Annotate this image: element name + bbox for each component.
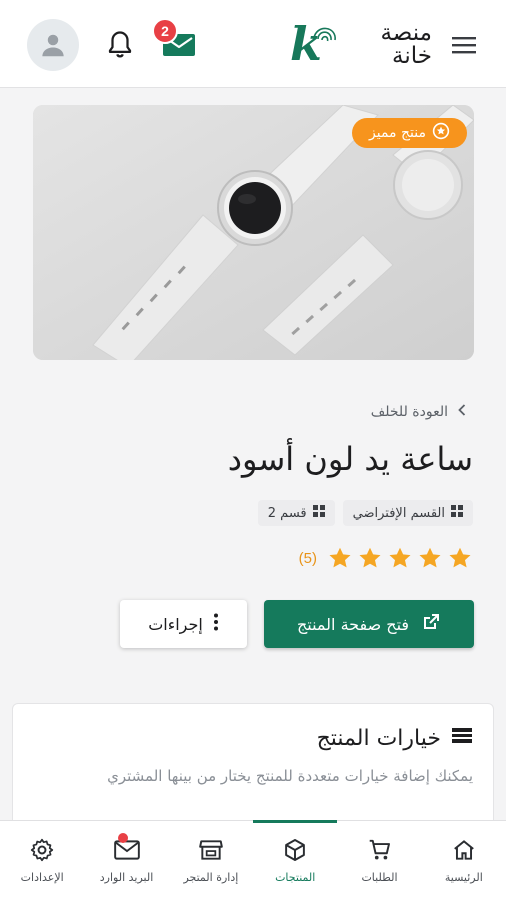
box-icon [285,839,306,861]
nav-item-store-management[interactable]: إدارة المتجر [169,821,253,900]
grid-icon [312,505,325,521]
external-link-icon [421,612,441,636]
nav-label: المنتجات [275,871,316,884]
bell-icon[interactable] [105,28,135,62]
product-rating: (5) [299,545,473,571]
settings-icon [31,838,54,862]
more-vertical-icon [213,612,219,636]
nav-item-orders[interactable]: الطلبات [337,821,421,900]
home-icon [454,840,474,860]
logo-wordmark: منصة خانة [348,22,432,68]
actions-menu-label: إجراءات [148,614,203,634]
mail-badge: 2 [152,18,178,44]
logo-fingerprint-icon [313,27,336,42]
back-link[interactable]: العودة للخلف [371,401,468,423]
options-card-title: خيارات المنتج [316,726,441,751]
nav-label: الطلبات [361,871,398,884]
category-chip-2[interactable]: قسم 2 [257,500,335,526]
featured-badge: منتج مميز [352,118,467,148]
store-icon [199,840,223,860]
bottom-navigation: الرئيسية الطلبات المنتجات إدارة المتجر ا… [0,820,506,900]
star-icon [389,547,411,568]
menu-icon[interactable] [448,32,480,58]
options-card-header: خيارات المنتج [317,726,473,751]
nav-label: الإعدادات [20,871,64,884]
nav-item-products[interactable]: المنتجات [253,820,338,900]
category-chips: القسم الإفتراضي قسم 2 [257,500,473,526]
star-icon [359,547,381,568]
back-link-label: العودة للخلف [370,404,448,420]
top-app-bar: 2 k منصة خانة [0,0,506,88]
actions-menu-button[interactable]: إجراءات [120,600,247,648]
brand-logo[interactable]: k منصة خانة [290,20,440,70]
options-list-icon [451,726,473,751]
category-chip-label: قسم 2 [267,505,307,521]
nav-item-home[interactable]: الرئيسية [422,821,506,900]
category-chip-label: القسم الإفتراضي [352,505,445,521]
nav-item-inbox[interactable]: البريد الوارد [84,821,168,900]
options-card-description: يمكنك إضافة خيارات متعددة للمنتج يختار م… [107,767,473,785]
rating-count: (5) [298,549,317,567]
logo-line-2: خانة [392,43,432,69]
nav-label: البريد الوارد [99,871,154,884]
featured-badge-label: منتج مميز [369,125,426,141]
chevron-left-icon [456,403,468,421]
nav-label: الرئيسية [444,871,483,884]
open-product-page-button[interactable]: فتح صفحة المنتج [264,600,474,648]
star-icon [419,547,441,568]
product-title: ساعة يد لون أسود [227,440,473,478]
star-icon [329,547,351,568]
logo-line-1: منصة [380,20,432,46]
star-circle-icon [432,122,450,144]
star-icon [449,547,471,568]
category-chip-default[interactable]: القسم الإفتراضي [342,500,473,526]
nav-label: إدارة المتجر [183,871,239,884]
nav-item-settings[interactable]: الإعدادات [0,821,84,900]
grid-icon [451,505,463,521]
user-avatar-icon[interactable] [27,19,79,71]
open-product-page-label: فتح صفحة المنتج [296,614,410,634]
cart-icon [369,839,390,860]
